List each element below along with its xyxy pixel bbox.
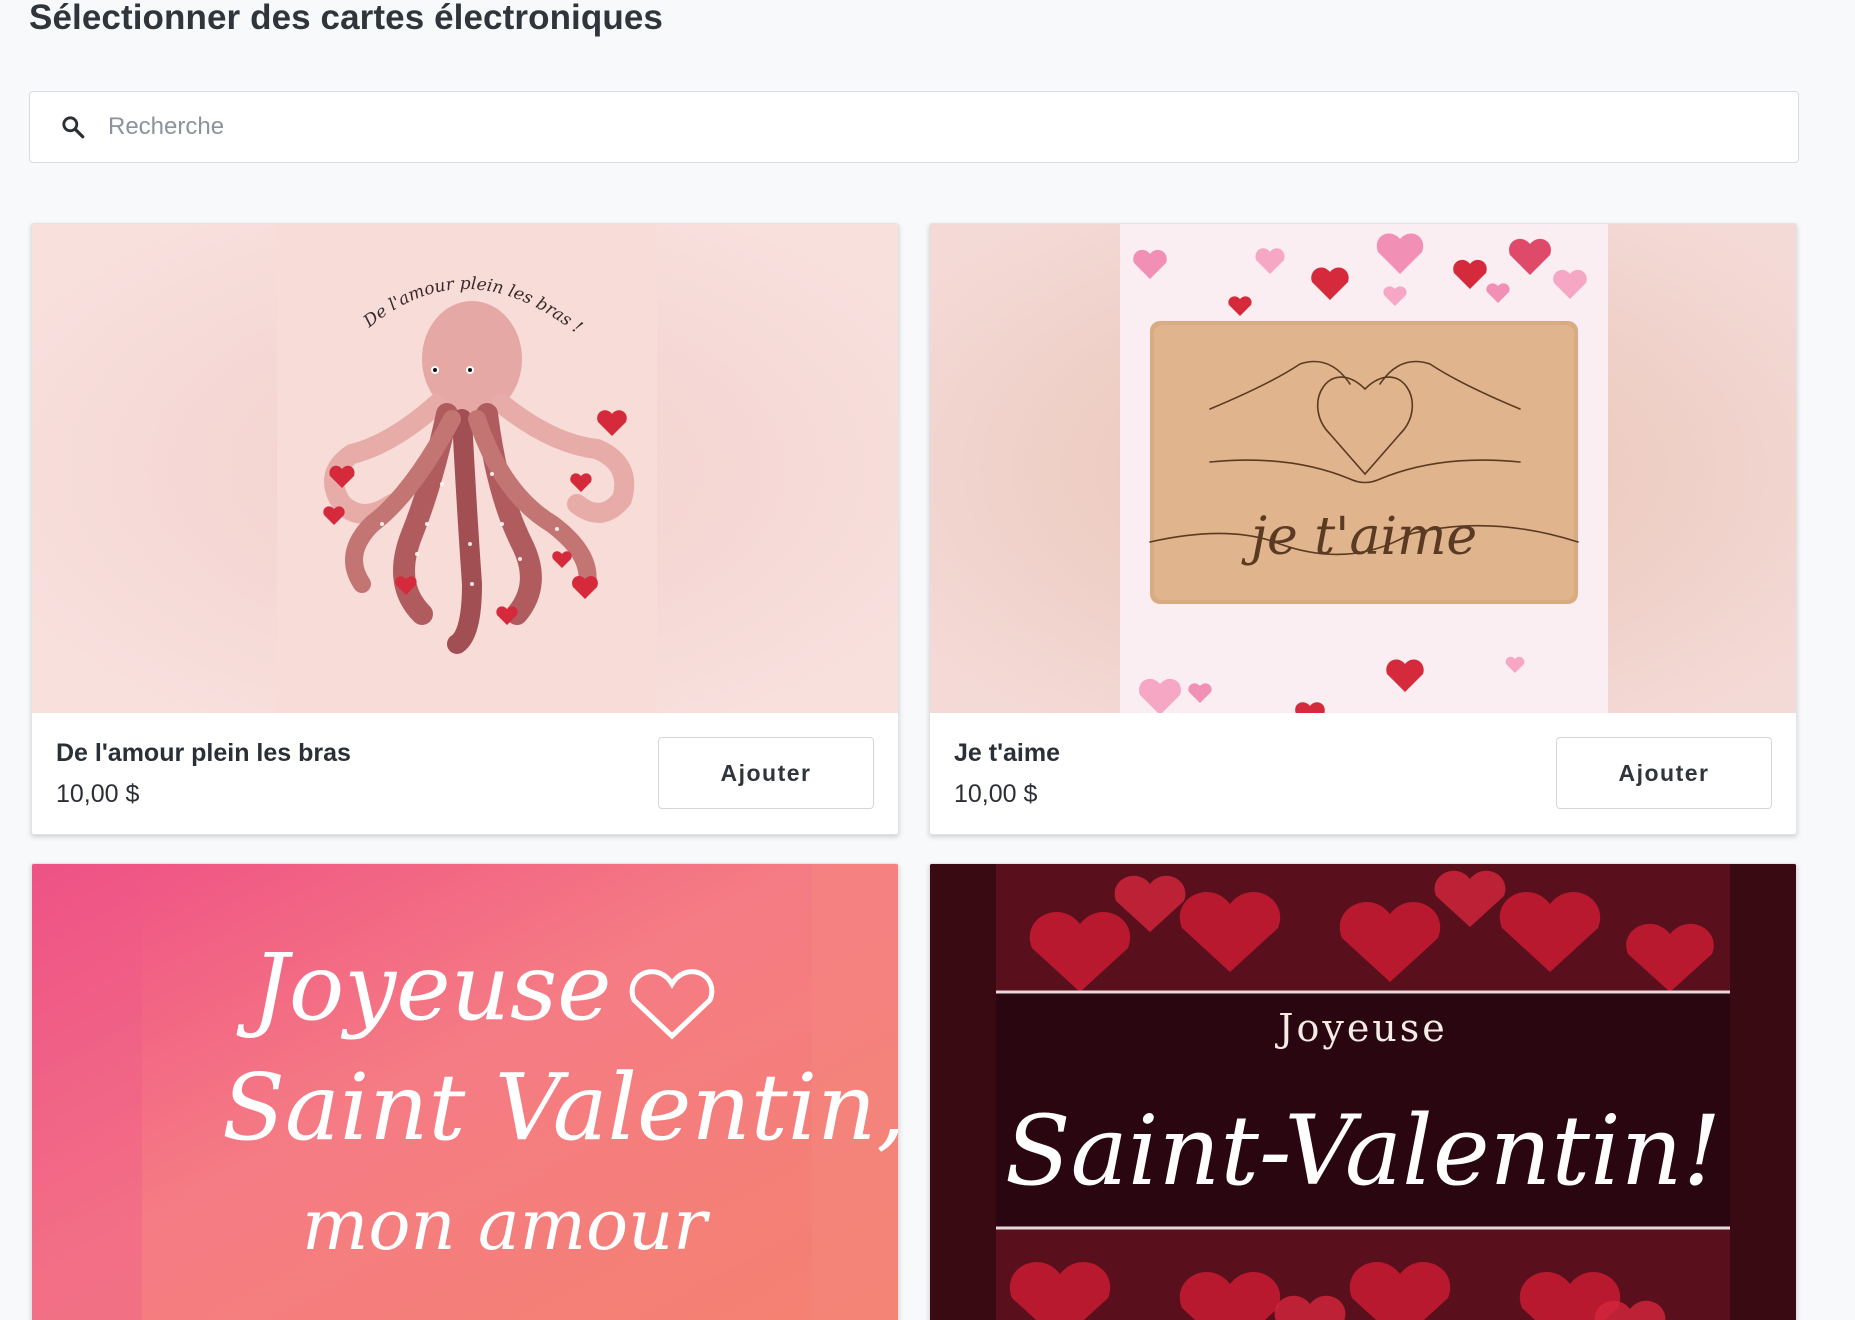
card-name: Je t'aime (954, 739, 1061, 767)
page: Sélectionner des cartes électroniques Re… (0, 0, 1855, 1320)
card-footer: Je t'aime 10,00 $ Ajouter (930, 713, 1796, 834)
page-title: Sélectionner des cartes électroniques (29, 0, 663, 37)
card-image-octopus[interactable]: De l'amour plein les bras ! (32, 224, 898, 713)
card-price: 10,00 $ (56, 780, 140, 808)
je-taime-card-text: je t'aime (1241, 507, 1477, 567)
card-image-joyeuse-saint-valentin[interactable]: Joyeuse Saint-Valentin! (930, 864, 1796, 1320)
product-card[interactable]: je t'aime Je t'aime 10,00 $ Ajouter (929, 223, 1797, 835)
card3-text-line3: mon amour (302, 1184, 710, 1266)
add-button[interactable]: Ajouter (658, 737, 874, 809)
card4-text-line1: Joyeuse (1274, 1006, 1448, 1050)
product-card[interactable]: Joyeuse Saint-Valentin! (929, 863, 1797, 1320)
add-button[interactable]: Ajouter (1556, 737, 1772, 809)
search-icon (60, 114, 86, 140)
card-image-joyeuse-mon-amour[interactable]: Joyeuse Saint Valentin, mon amour (32, 864, 898, 1320)
product-card[interactable]: Joyeuse Saint Valentin, mon amour (31, 863, 899, 1320)
card3-text-line1: Joyeuse (236, 934, 612, 1041)
card-price: 10,00 $ (954, 780, 1038, 808)
search-input[interactable] (108, 107, 1708, 147)
card4-text-line2: Saint-Valentin! (1005, 1095, 1721, 1207)
card-image-je-taime[interactable]: je t'aime (930, 224, 1796, 713)
product-card[interactable]: De l'amour plein les bras ! De l'amour p… (31, 223, 899, 835)
card-name: De l'amour plein les bras (56, 739, 351, 767)
search-box[interactable] (29, 91, 1799, 163)
card3-text-line2: Saint Valentin, (222, 1054, 898, 1161)
card-footer: De l'amour plein les bras 10,00 $ Ajoute… (32, 713, 898, 834)
